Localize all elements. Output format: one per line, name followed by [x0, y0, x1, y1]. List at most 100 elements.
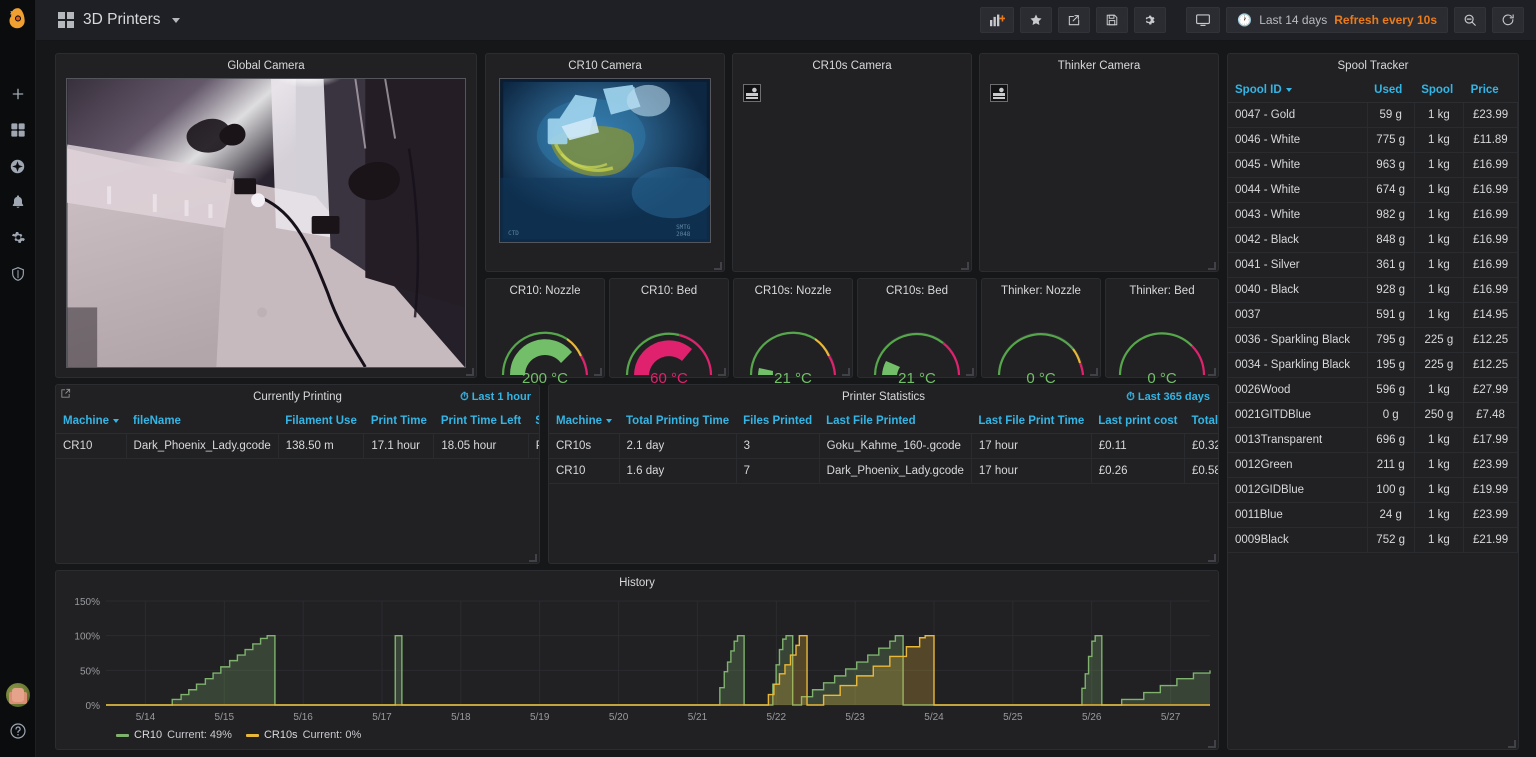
column-header-print-time-left[interactable]: Print Time Left — [433, 409, 529, 434]
share-dashboard-button[interactable] — [1058, 7, 1091, 33]
table-header-row: Spool ID Used Spool Price — [1228, 78, 1518, 103]
spool-price-cell: £16.99 — [1463, 152, 1518, 178]
column-header-last-file-print-time[interactable]: Last File Print Time — [971, 409, 1092, 434]
column-header-spool-id[interactable]: Spool ID — [1228, 78, 1368, 103]
spool-tracker-table-scroll[interactable]: Spool ID Used Spool Price 0047 - Gold 59 g1 … — [1228, 78, 1518, 745]
column-header-status[interactable]: Status — [528, 409, 539, 434]
panel-title-global-camera: Global Camera — [227, 60, 305, 72]
column-header-machine[interactable]: Machine — [549, 409, 620, 434]
sidebar — [0, 0, 36, 757]
gauge-thinker-bed: 0 °C — [1106, 301, 1218, 387]
panel-resize-handle[interactable] — [842, 368, 850, 376]
sidebar-nav-bottom — [0, 677, 36, 757]
column-header-total-printing-time[interactable]: Total Printing Time — [619, 409, 737, 434]
spool-id-cell: 0009Black — [1228, 527, 1368, 553]
spool-used-cell: 963 g — [1367, 152, 1415, 178]
panel-resize-handle[interactable] — [1508, 740, 1516, 748]
mark-favorite-button[interactable] — [1020, 7, 1053, 33]
legend-swatch-icon — [245, 733, 259, 737]
grafana-logo[interactable] — [0, 0, 36, 36]
sidebar-item-dashboards[interactable] — [0, 112, 36, 148]
spool-id-cell: 0042 - Black — [1228, 227, 1368, 253]
svg-text:CTD: CTD — [508, 231, 519, 237]
spool-weight-cell: 1 kg — [1414, 202, 1465, 228]
spool-weight-cell: 1 kg — [1414, 277, 1465, 303]
svg-text:SMTG: SMTG — [676, 225, 691, 231]
column-header-filament-use[interactable]: Filament Use — [278, 409, 364, 434]
refresh-dashboard-button[interactable] — [1492, 7, 1524, 33]
sort-caret-icon — [1285, 87, 1292, 92]
panel-resize-handle[interactable] — [961, 262, 969, 270]
sidebar-item-alerting[interactable] — [0, 184, 36, 220]
add-panel-button[interactable] — [980, 7, 1015, 33]
panel-resize-handle[interactable] — [1208, 262, 1216, 270]
spool-weight-cell: 1 kg — [1414, 127, 1465, 153]
table-row: 0012GIDBlue 100 g1 kg £19.99 — [1228, 477, 1518, 503]
panel-title-history: History — [619, 577, 655, 589]
sidebar-item-configuration[interactable] — [0, 220, 36, 256]
table-row: 0045 - White 963 g1 kg £16.99 — [1228, 152, 1518, 178]
spool-id-cell: 0047 - Gold — [1228, 102, 1368, 128]
currently-printing-table-scroll[interactable]: Machine fileName Filament Use Print Time Pri… — [56, 409, 539, 559]
legend-item[interactable]: CR10 Current: 49% — [116, 729, 232, 741]
sidebar-item-user-avatar[interactable] — [0, 677, 36, 713]
panel-title-cr10-nozzle: CR10: Nozzle — [509, 285, 581, 297]
table-cell: 18.05 hour — [433, 433, 529, 459]
svg-text:5/19: 5/19 — [530, 712, 550, 723]
time-range-picker[interactable]: 🕐 Last 14 days Refresh every 10s — [1226, 7, 1448, 33]
panel-resize-handle[interactable] — [714, 262, 722, 270]
panel-gauge-cr10s-nozzle: CR10s: Nozzle 21 °C — [733, 278, 853, 387]
panel-resize-handle[interactable] — [1208, 368, 1216, 376]
sidebar-item-help[interactable] — [0, 713, 36, 749]
panel-resize-handle[interactable] — [1090, 368, 1098, 376]
column-header-files-printed[interactable]: Files Printed — [736, 409, 820, 434]
chevron-down-icon[interactable] — [171, 17, 180, 23]
cr10-camera-image: CTD SMTG 2048 — [499, 78, 711, 243]
column-header-spool[interactable]: Spool — [1414, 78, 1464, 103]
spool-price-cell: £16.99 — [1463, 177, 1518, 203]
panel-spool-tracker: Spool Tracker Spool ID Used Spool Price 004… — [1227, 53, 1519, 750]
table-body: 0047 - Gold 59 g1 kg £23.99 0046 - White 775… — [1228, 102, 1518, 553]
global-camera-viewport — [56, 78, 476, 377]
column-header-machine[interactable]: Machine — [56, 409, 127, 434]
panel-resize-handle[interactable] — [718, 368, 726, 376]
column-header-total-running-costs[interactable]: Total Running Costs — [1184, 409, 1218, 434]
column-header-price[interactable]: Price — [1463, 78, 1518, 103]
sidebar-item-create[interactable] — [0, 76, 36, 112]
table-row: 0042 - Black 848 g1 kg £16.99 — [1228, 227, 1518, 253]
dashboard-settings-button[interactable] — [1134, 7, 1167, 33]
save-dashboard-button[interactable] — [1096, 7, 1129, 33]
panel-resize-handle[interactable] — [594, 368, 602, 376]
column-header-last-print-cost[interactable]: Last print cost — [1091, 409, 1185, 434]
tv-mode-button[interactable] — [1186, 7, 1221, 33]
column-header-filename[interactable]: fileName — [126, 409, 279, 434]
panel-resize-handle[interactable] — [1208, 554, 1216, 562]
panel-resize-handle[interactable] — [1208, 740, 1216, 748]
spool-id-cell: 0044 - White — [1228, 177, 1368, 203]
sidebar-item-explore[interactable] — [0, 148, 36, 184]
sort-caret-icon — [606, 418, 613, 423]
avatar — [5, 683, 30, 707]
table-row: 0037 591 g1 kg £14.95 — [1228, 302, 1518, 328]
table-cell: CR10s — [549, 433, 620, 459]
column-header-used[interactable]: Used — [1367, 78, 1415, 103]
panel-title-cr10s-camera: CR10s Camera — [812, 60, 892, 72]
zoom-out-button[interactable] — [1454, 7, 1486, 33]
panel-resize-handle[interactable] — [466, 368, 474, 376]
clock-icon: ⏱ — [460, 391, 469, 403]
broken-image-icon — [743, 84, 761, 102]
panel-resize-handle[interactable] — [529, 554, 537, 562]
sidebar-item-server-admin[interactable] — [0, 256, 36, 292]
panel-resize-handle[interactable] — [966, 368, 974, 376]
dashboard-title-group[interactable]: 3D Printers — [36, 11, 180, 29]
spool-used-cell: 0 g — [1367, 402, 1415, 428]
history-graph[interactable]: 0% 50% 100% 150% 5/14 5/15 5/16 5/17 5/18 5/19 5/2… — [56, 595, 1218, 749]
spool-weight-cell: 1 kg — [1414, 427, 1465, 453]
spool-weight-cell: 1 kg — [1414, 527, 1465, 553]
column-header-print-time[interactable]: Print Time — [363, 409, 434, 434]
column-header-last-file-printed[interactable]: Last File Printed — [819, 409, 972, 434]
spool-weight-cell: 1 kg — [1414, 252, 1465, 278]
svg-text:5/18: 5/18 — [451, 712, 471, 723]
legend-item[interactable]: CR10s Current: 0% — [245, 729, 361, 741]
printer-statistics-table-scroll[interactable]: Machine Total Printing Time Files Printed L… — [549, 409, 1218, 559]
